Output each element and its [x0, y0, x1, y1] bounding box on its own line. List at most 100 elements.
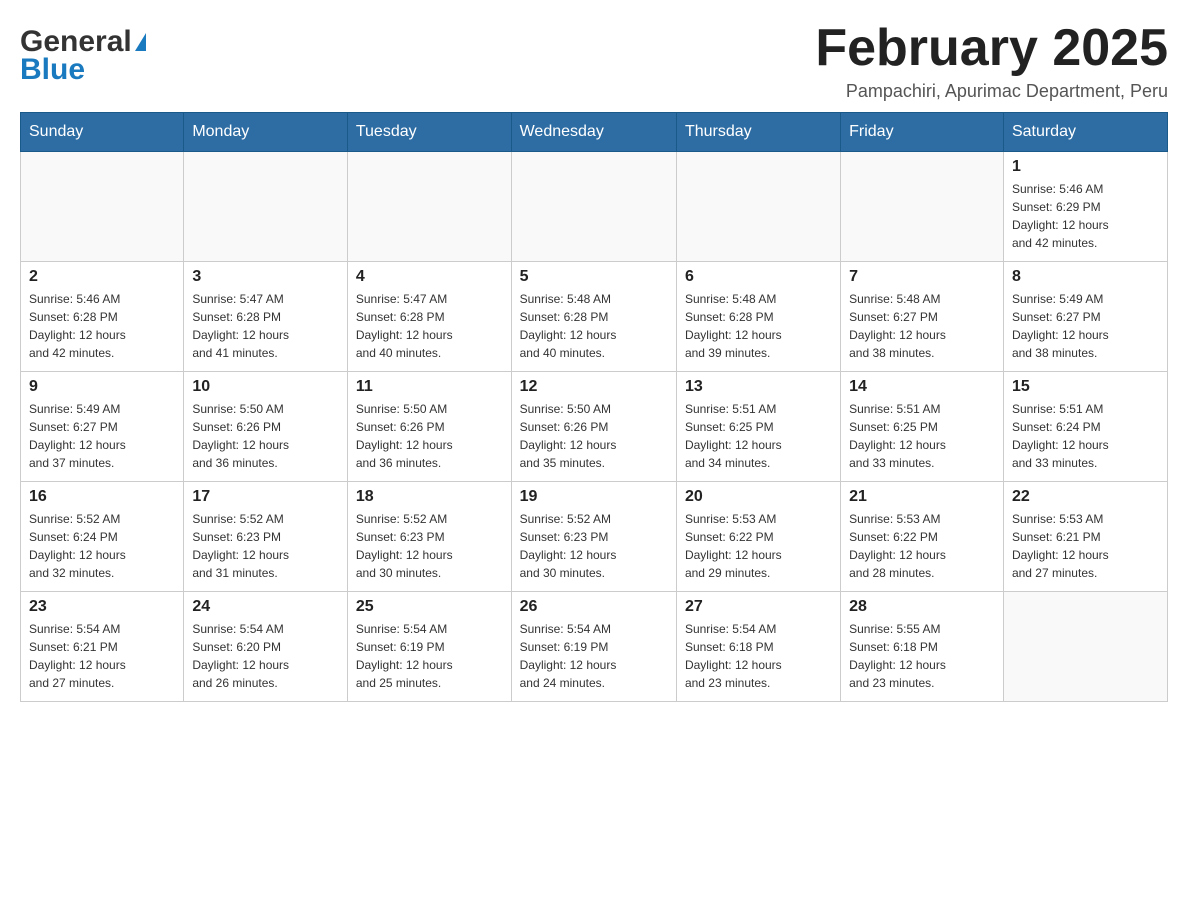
calendar-cell: 3 Sunrise: 5:47 AM Sunset: 6:28 PM Daylig… — [184, 262, 348, 372]
header: General Blue February 2025 Pampachiri, A… — [20, 20, 1168, 102]
day-number: 24 — [192, 598, 339, 616]
calendar-cell — [1003, 592, 1167, 702]
calendar-cell: 10 Sunrise: 5:50 AM Sunset: 6:26 PM Dayli… — [184, 372, 348, 482]
calendar-cell: 21 Sunrise: 5:53 AM Sunset: 6:22 PM Dayli… — [841, 482, 1004, 592]
calendar-week-row: 23Sunrise: 5:54 AM Sunset: 6:21 PM Dayli… — [21, 592, 1168, 702]
day-number: 21 — [849, 488, 995, 506]
day-info: Sunrise: 5:51 AM Sunset: 6:25 PM Dayligh… — [849, 400, 995, 472]
logo-triangle-icon — [135, 33, 146, 51]
day-info: Sunrise: 5:51 AM Sunset: 6:24 PM Dayligh… — [1012, 400, 1159, 472]
day-number: 15 — [1012, 378, 1159, 396]
day-info: Sunrise: 5:54 AM Sunset: 6:19 PM Dayligh… — [356, 620, 503, 692]
day-info: Sunrise: 5:54 AM Sunset: 6:19 PM Dayligh… — [520, 620, 668, 692]
day-number: 10 — [192, 378, 339, 396]
day-number: 11 — [356, 378, 503, 396]
calendar-cell: 22 Sunrise: 5:53 AM Sunset: 6:21 PM Dayli… — [1003, 482, 1167, 592]
column-header-sunday: Sunday — [21, 113, 184, 152]
day-number: 7 — [849, 268, 995, 286]
day-info: Sunrise: 5:53 AM Sunset: 6:22 PM Dayligh… — [849, 510, 995, 582]
day-info: Sunrise: 5:52 AM Sunset: 6:23 PM Dayligh… — [356, 510, 503, 582]
calendar-cell: 11 Sunrise: 5:50 AM Sunset: 6:26 PM Dayli… — [347, 372, 511, 482]
calendar-week-row: 16Sunrise: 5:52 AM Sunset: 6:24 PM Dayli… — [21, 482, 1168, 592]
calendar-cell: 9Sunrise: 5:49 AM Sunset: 6:27 PM Daylig… — [21, 372, 184, 482]
calendar-cell — [676, 152, 840, 262]
day-number: 1 — [1012, 158, 1159, 176]
calendar-cell — [841, 152, 1004, 262]
day-info: Sunrise: 5:54 AM Sunset: 6:18 PM Dayligh… — [685, 620, 832, 692]
day-number: 4 — [356, 268, 503, 286]
column-header-monday: Monday — [184, 113, 348, 152]
day-number: 6 — [685, 268, 832, 286]
day-number: 14 — [849, 378, 995, 396]
calendar-table: SundayMondayTuesdayWednesdayThursdayFrid… — [20, 112, 1168, 702]
calendar-subtitle: Pampachiri, Apurimac Department, Peru — [815, 81, 1168, 102]
day-number: 3 — [192, 268, 339, 286]
calendar-week-row: 9Sunrise: 5:49 AM Sunset: 6:27 PM Daylig… — [21, 372, 1168, 482]
day-number: 28 — [849, 598, 995, 616]
calendar-cell: 5Sunrise: 5:48 AM Sunset: 6:28 PM Daylig… — [511, 262, 676, 372]
day-info: Sunrise: 5:53 AM Sunset: 6:22 PM Dayligh… — [685, 510, 832, 582]
day-number: 18 — [356, 488, 503, 506]
day-info: Sunrise: 5:48 AM Sunset: 6:27 PM Dayligh… — [849, 290, 995, 362]
day-info: Sunrise: 5:46 AM Sunset: 6:29 PM Dayligh… — [1012, 180, 1159, 252]
day-info: Sunrise: 5:52 AM Sunset: 6:23 PM Dayligh… — [520, 510, 668, 582]
day-number: 19 — [520, 488, 668, 506]
calendar-week-row: 1 Sunrise: 5:46 AM Sunset: 6:29 PM Daylig… — [21, 152, 1168, 262]
calendar-week-row: 2 Sunrise: 5:46 AM Sunset: 6:28 PM Daylig… — [21, 262, 1168, 372]
day-number: 8 — [1012, 268, 1159, 286]
day-info: Sunrise: 5:52 AM Sunset: 6:24 PM Dayligh… — [29, 510, 175, 582]
calendar-cell: 27 Sunrise: 5:54 AM Sunset: 6:18 PM Dayli… — [676, 592, 840, 702]
day-number: 17 — [192, 488, 339, 506]
day-number: 20 — [685, 488, 832, 506]
column-header-tuesday: Tuesday — [347, 113, 511, 152]
day-info: Sunrise: 5:51 AM Sunset: 6:25 PM Dayligh… — [685, 400, 832, 472]
day-info: Sunrise: 5:48 AM Sunset: 6:28 PM Dayligh… — [520, 290, 668, 362]
day-info: Sunrise: 5:47 AM Sunset: 6:28 PM Dayligh… — [356, 290, 503, 362]
day-info: Sunrise: 5:46 AM Sunset: 6:28 PM Dayligh… — [29, 290, 175, 362]
column-header-saturday: Saturday — [1003, 113, 1167, 152]
day-number: 22 — [1012, 488, 1159, 506]
calendar-cell: 1 Sunrise: 5:46 AM Sunset: 6:29 PM Daylig… — [1003, 152, 1167, 262]
day-info: Sunrise: 5:49 AM Sunset: 6:27 PM Dayligh… — [29, 400, 175, 472]
day-number: 26 — [520, 598, 668, 616]
logo-blue-text: Blue — [20, 53, 85, 87]
calendar-cell: 16Sunrise: 5:52 AM Sunset: 6:24 PM Dayli… — [21, 482, 184, 592]
calendar-cell: 23Sunrise: 5:54 AM Sunset: 6:21 PM Dayli… — [21, 592, 184, 702]
day-info: Sunrise: 5:54 AM Sunset: 6:20 PM Dayligh… — [192, 620, 339, 692]
calendar-cell: 28 Sunrise: 5:55 AM Sunset: 6:18 PM Dayli… — [841, 592, 1004, 702]
calendar-cell: 8 Sunrise: 5:49 AM Sunset: 6:27 PM Daylig… — [1003, 262, 1167, 372]
calendar-cell: 7 Sunrise: 5:48 AM Sunset: 6:27 PM Daylig… — [841, 262, 1004, 372]
column-header-wednesday: Wednesday — [511, 113, 676, 152]
calendar-cell: 20 Sunrise: 5:53 AM Sunset: 6:22 PM Dayli… — [676, 482, 840, 592]
calendar-cell: 13 Sunrise: 5:51 AM Sunset: 6:25 PM Dayli… — [676, 372, 840, 482]
day-number: 27 — [685, 598, 832, 616]
calendar-cell — [511, 152, 676, 262]
day-info: Sunrise: 5:53 AM Sunset: 6:21 PM Dayligh… — [1012, 510, 1159, 582]
calendar-cell: 6 Sunrise: 5:48 AM Sunset: 6:28 PM Daylig… — [676, 262, 840, 372]
day-number: 2 — [29, 268, 175, 286]
day-info: Sunrise: 5:55 AM Sunset: 6:18 PM Dayligh… — [849, 620, 995, 692]
day-info: Sunrise: 5:54 AM Sunset: 6:21 PM Dayligh… — [29, 620, 175, 692]
calendar-cell: 26 Sunrise: 5:54 AM Sunset: 6:19 PM Dayli… — [511, 592, 676, 702]
column-header-thursday: Thursday — [676, 113, 840, 152]
calendar-cell: 15 Sunrise: 5:51 AM Sunset: 6:24 PM Dayli… — [1003, 372, 1167, 482]
day-info: Sunrise: 5:50 AM Sunset: 6:26 PM Dayligh… — [520, 400, 668, 472]
day-info: Sunrise: 5:47 AM Sunset: 6:28 PM Dayligh… — [192, 290, 339, 362]
logo: General Blue — [20, 20, 146, 87]
day-number: 13 — [685, 378, 832, 396]
calendar-cell — [184, 152, 348, 262]
calendar-cell: 14 Sunrise: 5:51 AM Sunset: 6:25 PM Dayli… — [841, 372, 1004, 482]
calendar-cell — [21, 152, 184, 262]
day-info: Sunrise: 5:50 AM Sunset: 6:26 PM Dayligh… — [192, 400, 339, 472]
day-info: Sunrise: 5:52 AM Sunset: 6:23 PM Dayligh… — [192, 510, 339, 582]
calendar-cell: 2 Sunrise: 5:46 AM Sunset: 6:28 PM Daylig… — [21, 262, 184, 372]
day-info: Sunrise: 5:49 AM Sunset: 6:27 PM Dayligh… — [1012, 290, 1159, 362]
calendar-cell: 19 Sunrise: 5:52 AM Sunset: 6:23 PM Dayli… — [511, 482, 676, 592]
calendar-cell: 12 Sunrise: 5:50 AM Sunset: 6:26 PM Dayli… — [511, 372, 676, 482]
calendar-cell: 17 Sunrise: 5:52 AM Sunset: 6:23 PM Dayli… — [184, 482, 348, 592]
day-info: Sunrise: 5:48 AM Sunset: 6:28 PM Dayligh… — [685, 290, 832, 362]
day-number: 12 — [520, 378, 668, 396]
calendar-title: February 2025 — [815, 20, 1168, 77]
calendar-cell: 18 Sunrise: 5:52 AM Sunset: 6:23 PM Dayli… — [347, 482, 511, 592]
day-info: Sunrise: 5:50 AM Sunset: 6:26 PM Dayligh… — [356, 400, 503, 472]
